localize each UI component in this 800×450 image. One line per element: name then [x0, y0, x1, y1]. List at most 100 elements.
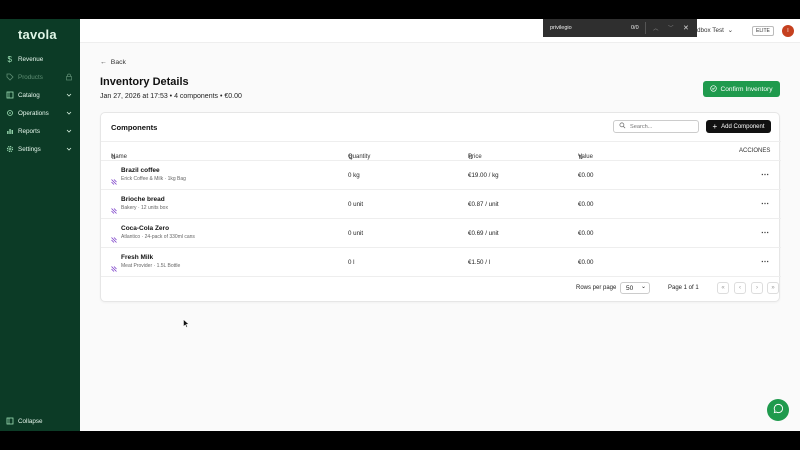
sort-icon: ⇅ [468, 155, 474, 161]
chevron-down-icon [65, 127, 73, 135]
find-close-icon[interactable]: ✕ [683, 24, 689, 32]
sidebar-item-label: Catalog [18, 91, 40, 99]
card-title: Components [111, 123, 158, 132]
table-row[interactable]: Brazil coffee Erick Coffee & Milk · 1kg … [101, 161, 781, 190]
chevron-down-icon: ⌄ [727, 27, 733, 34]
component-price: €0.87 / unit [468, 201, 499, 208]
collapse-icon [6, 417, 14, 425]
table-row[interactable]: Fresh Milk Meat Provider · 1.5L Bottle 0… [101, 248, 781, 277]
component-value: €0.00 [578, 172, 594, 179]
next-page-icon[interactable]: › [751, 282, 763, 294]
component-quantity: 0 l [348, 259, 355, 266]
add-component-button[interactable]: + Add Component [706, 120, 771, 133]
sidebar-item-label: Revenue [18, 55, 44, 63]
component-name: Brioche bread [121, 196, 165, 203]
more-actions-icon[interactable]: ⋯ [761, 170, 769, 179]
rows-per-page-label: Rows per page [576, 285, 617, 291]
search-input[interactable] [630, 123, 690, 130]
more-actions-icon[interactable]: ⋯ [761, 257, 769, 266]
account-switcher[interactable]: dbox Test ⌄ [697, 27, 733, 34]
page-info: Page 1 of 1 [668, 285, 699, 291]
component-quantity: 0 unit [348, 230, 364, 237]
component-detail: Meat Provider · 1.5L Bottle [121, 263, 181, 269]
chevron-down-icon: ⌄ [640, 284, 646, 290]
search-box[interactable] [613, 120, 699, 133]
collapse-label: Collapse [18, 417, 43, 425]
back-label: Back [110, 59, 126, 66]
components-card: Components + Add Component Name ⇅ Quanti… [100, 112, 781, 302]
sidebar-item-operations[interactable]: Operations [6, 106, 76, 120]
component-detail: Atlantico · 24-pack of 330ml cans [121, 234, 195, 240]
chevron-down-icon [65, 109, 73, 117]
confirm-inventory-button[interactable]: Confirm Inventory [703, 81, 780, 97]
check-circle-icon [710, 84, 718, 94]
book-icon [6, 91, 14, 99]
add-label: Add Component [721, 123, 765, 130]
sort-icon: ⇅ [111, 155, 117, 161]
sidebar-item-revenue[interactable]: $ Revenue [6, 52, 76, 66]
app-screen: tavola $ Revenue Products Catalog Operat… [0, 19, 800, 431]
sidebar: tavola $ Revenue Products Catalog Operat… [0, 19, 80, 431]
chevron-down-icon [65, 91, 73, 99]
plus-icon: + [712, 122, 718, 131]
find-next-icon[interactable]: ﹀ [668, 24, 674, 32]
svg-text:$: $ [8, 55, 13, 63]
component-icon [111, 172, 117, 185]
lock-icon [65, 73, 73, 81]
table-row[interactable]: Coca-Cola Zero Atlantico · 24-pack of 33… [101, 219, 781, 248]
more-actions-icon[interactable]: ⋯ [761, 228, 769, 237]
component-quantity: 0 kg [348, 172, 360, 179]
confirm-label: Confirm Inventory [720, 85, 773, 93]
search-icon [619, 122, 626, 131]
rows-per-page-select[interactable]: 50 ⌄ [620, 282, 650, 294]
find-bar: privilegio 0/0 ︿ ﹀ ✕ [543, 19, 697, 37]
more-actions-icon[interactable]: ⋯ [761, 199, 769, 208]
chat-icon [773, 401, 784, 419]
table-header: Name ⇅ Quantity ⇅ Price ⇅ Value ⇅ ACCION… [101, 141, 781, 161]
dollar-icon: $ [6, 55, 14, 63]
mouse-cursor-icon [183, 319, 189, 328]
component-value: €0.00 [578, 201, 594, 208]
gear-icon [6, 145, 14, 153]
component-value: €0.00 [578, 259, 594, 266]
component-icon [111, 259, 117, 272]
arrow-left-icon: ← [100, 59, 107, 66]
table-row[interactable]: Brioche bread Bakery · 12 units box 0 un… [101, 190, 781, 219]
prev-page-icon[interactable]: ‹ [734, 282, 746, 294]
find-match-count: 0/0 [631, 25, 639, 31]
app-logo: tavola [18, 27, 57, 42]
sidebar-item-catalog[interactable]: Catalog [6, 88, 76, 102]
sidebar-item-label: Products [18, 73, 43, 81]
component-icon [111, 230, 117, 243]
component-name: Coca-Cola Zero [121, 225, 170, 232]
sidebar-item-label: Settings [18, 145, 41, 153]
component-quantity: 0 unit [348, 201, 364, 208]
find-divider [645, 22, 646, 34]
pagination: Rows per page 50 ⌄ Page 1 of 1 « ‹ › » [101, 281, 781, 297]
truck-icon [6, 109, 14, 117]
column-actions: ACCIONES [739, 148, 771, 154]
sidebar-item-settings[interactable]: Settings [6, 142, 76, 156]
last-page-icon[interactable]: » [767, 282, 779, 294]
sidebar-item-label: Reports [18, 127, 41, 135]
rows-per-page-value: 50 [626, 284, 634, 292]
first-page-icon[interactable]: « [717, 282, 729, 294]
component-price: €0.69 / unit [468, 230, 499, 237]
bar-chart-icon [6, 127, 14, 135]
chat-button[interactable] [767, 399, 789, 421]
component-detail: Bakery · 12 units box [121, 205, 168, 211]
sidebar-item-reports[interactable]: Reports [6, 124, 76, 138]
component-price: €19.00 / kg [468, 172, 499, 179]
find-prev-icon[interactable]: ︿ [653, 24, 659, 32]
component-detail: Erick Coffee & Milk · 1kg Bag [121, 176, 186, 182]
avatar[interactable]: I [782, 25, 794, 37]
collapse-button[interactable]: Collapse [6, 414, 76, 428]
component-name: Fresh Milk [121, 254, 154, 261]
sidebar-item-products: Products [6, 70, 76, 84]
find-input[interactable]: privilegio [550, 25, 572, 31]
back-link[interactable]: ← Back [100, 59, 126, 66]
page-title: Inventory Details [100, 76, 189, 88]
sort-icon: ⇅ [348, 155, 354, 161]
plan-badge: ELITE [752, 26, 774, 36]
component-icon [111, 201, 117, 214]
